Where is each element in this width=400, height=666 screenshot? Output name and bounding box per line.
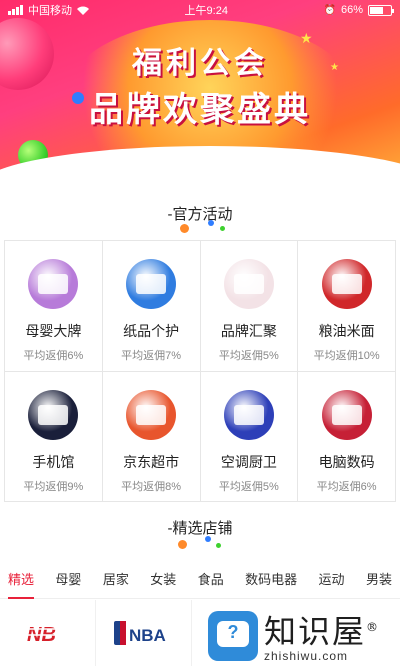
signal-icon — [8, 5, 23, 15]
svg-text:NBA: NBA — [129, 626, 166, 645]
activity-title: 粮油米面 — [318, 323, 375, 339]
banner-title-line2: 品牌欢聚盛典 — [89, 91, 311, 129]
status-time: 上午9:24 — [184, 5, 228, 17]
category-tab[interactable]: 母婴 — [55, 565, 81, 599]
carrier-name: 中国移动 — [28, 5, 72, 17]
selected-stores-heading: -精选店铺 — [167, 520, 233, 537]
wifi-icon — [77, 6, 89, 15]
activity-title: 京东超市 — [123, 453, 180, 470]
activity-thumbnail — [126, 259, 177, 309]
activity-thumbnail — [28, 259, 79, 309]
hero-banner[interactable]: ★ ★ ✦ 福利公会 品牌欢聚盛典 — [0, 0, 400, 186]
official-activities-heading: -官方活动 — [167, 206, 233, 223]
activity-title: 母婴大牌 — [25, 323, 82, 339]
activity-card[interactable]: 电脑数码平均返佣6% — [298, 371, 396, 502]
activity-card[interactable]: 粮油米面平均返佣10% — [298, 241, 396, 372]
activity-thumbnail — [321, 259, 372, 309]
battery-icon — [368, 4, 394, 16]
activity-card[interactable]: 母婴大牌平均返佣6% — [5, 241, 103, 372]
category-tab[interactable]: 精选 — [8, 565, 35, 599]
category-tab[interactable]: 女装 — [150, 565, 176, 599]
activity-card[interactable]: 品牌汇聚平均返佣5% — [200, 241, 299, 372]
alarm-icon: ⏰ — [323, 4, 336, 16]
activity-title: 电脑数码 — [318, 453, 375, 470]
activity-title: 品牌汇聚 — [220, 323, 277, 339]
status-bar: 中国移动 上午9:24 ⏰ 66% — [0, 0, 400, 20]
activity-title: 手机馆 — [32, 453, 75, 470]
activity-rebate: 平均返佣8% — [121, 480, 182, 493]
activity-rebate: 平均返佣6% — [23, 350, 84, 362]
banner-title-line1: 福利公会 — [132, 47, 268, 80]
ball-decoration — [180, 224, 189, 233]
ball-decoration — [178, 540, 187, 549]
activity-title: 空调厨卫 — [220, 453, 277, 470]
question-bubble-icon: ? — [208, 611, 258, 661]
activity-rebate: 平均返佣6% — [316, 480, 377, 493]
store-new-balance[interactable]: NB — [0, 600, 96, 666]
activity-thumbnail — [223, 259, 274, 309]
category-tab[interactable]: 食品 — [198, 565, 224, 599]
store-nba[interactable]: NBA — [96, 600, 192, 666]
ball-decoration — [208, 220, 214, 226]
battery-percent: 66% — [340, 4, 363, 16]
category-tab[interactable]: 男装 — [366, 565, 392, 599]
ball-decoration — [216, 543, 221, 548]
activity-rebate: 平均返佣5% — [218, 480, 279, 493]
activity-card[interactable]: 空调厨卫平均返佣5% — [200, 371, 299, 502]
activity-thumbnail — [321, 389, 372, 440]
activity-rebate: 平均返佣9% — [23, 480, 84, 493]
category-tab[interactable]: 数码电器 — [245, 565, 297, 599]
activity-thumbnail — [28, 389, 79, 440]
category-tab[interactable]: 居家 — [103, 565, 129, 599]
activity-thumbnail — [126, 389, 177, 440]
category-tab[interactable]: 运动 — [319, 565, 345, 599]
banner-wave — [0, 146, 400, 186]
ball-decoration — [205, 536, 211, 542]
activity-thumbnail — [223, 389, 274, 440]
nba-logo-icon: NBA — [113, 621, 166, 645]
activity-grid: 母婴大牌 平均返佣6% 纸品个护 平均返佣7% 品牌汇聚 平均返佣5% 粮油米面 平均返佣10… — [4, 240, 396, 502]
activity-rebate: 平均返佣10% — [313, 350, 380, 362]
activity-rebate: 平均返佣7% — [121, 350, 182, 362]
zhishiwu-watermark: ? 知识屋® zhishiwu.com — [200, 606, 400, 666]
activity-card[interactable]: 手机馆平均返佣9% — [5, 371, 103, 502]
category-tabs: 精选 母婴 居家 女装 食品 数码电器 运动 男装 — [0, 565, 400, 599]
new-balance-logo-icon: NB — [24, 624, 69, 645]
activity-card[interactable]: 京东超市平均返佣8% — [102, 371, 201, 502]
ball-decoration — [220, 226, 225, 231]
activity-title: 纸品个护 — [123, 323, 180, 339]
watermark-cn: 知识屋® — [264, 612, 381, 651]
activity-card[interactable]: 纸品个护平均返佣7% — [102, 241, 201, 372]
watermark-en: zhishiwu.com — [264, 649, 349, 664]
activity-rebate: 平均返佣5% — [218, 350, 279, 362]
